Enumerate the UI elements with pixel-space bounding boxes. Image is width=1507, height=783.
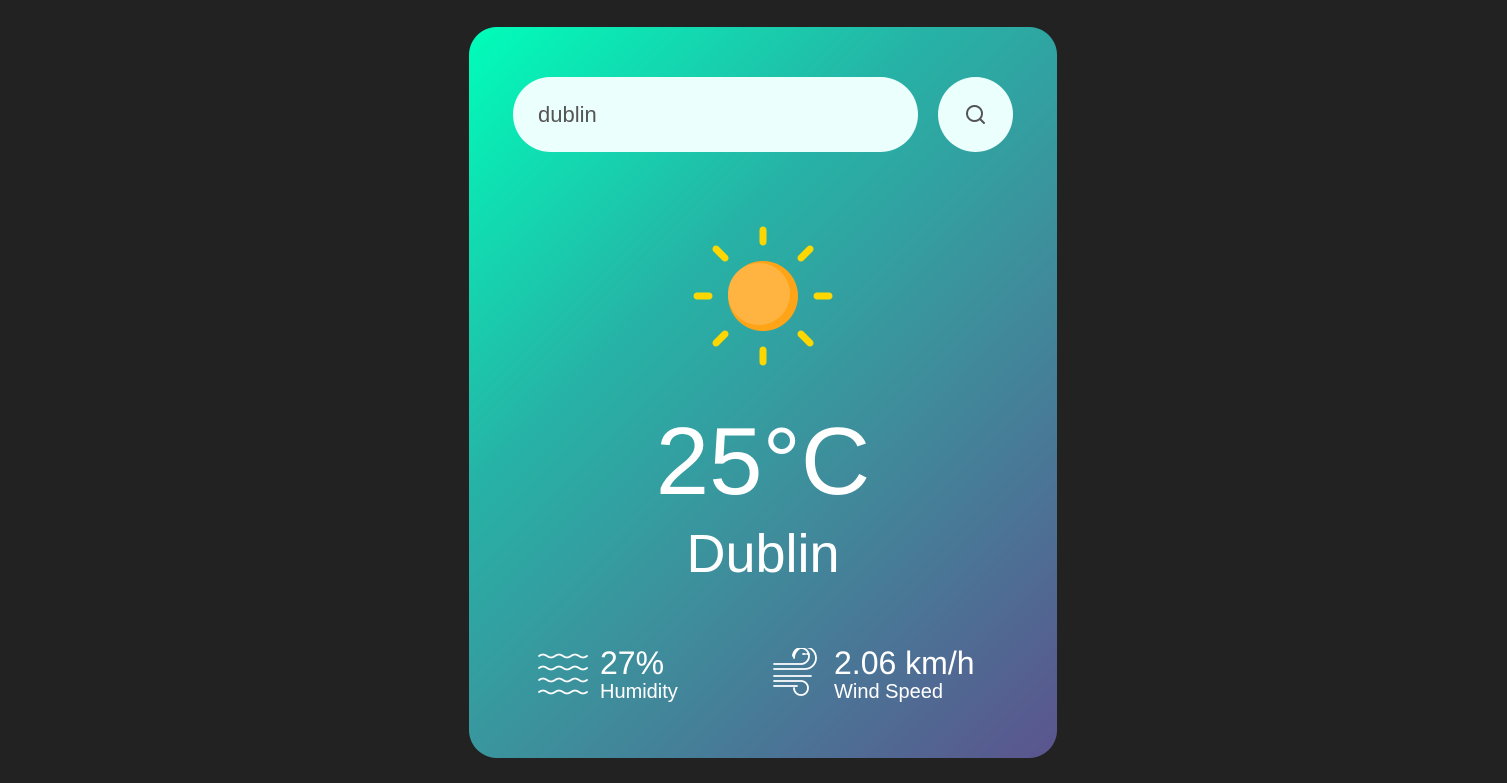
wind-detail: 2.06 km/h Wind Speed <box>771 645 975 703</box>
humidity-detail: 27% Humidity <box>537 645 678 703</box>
weather-card: 25°C Dublin 27% Humidity <box>469 27 1057 758</box>
humidity-icon <box>538 653 588 695</box>
sun-icon <box>693 226 833 366</box>
wind-label: Wind Speed <box>834 681 943 703</box>
wind-icon <box>773 648 817 696</box>
city-name: Dublin <box>686 524 840 584</box>
search-icon <box>965 104 985 124</box>
search-input[interactable] <box>513 77 918 152</box>
wind-value: 2.06 km/h <box>834 645 975 681</box>
temperature: 25°C <box>655 408 871 515</box>
search-button[interactable] <box>938 77 1013 152</box>
humidity-value: 27% <box>600 645 665 681</box>
humidity-label: Humidity <box>600 681 678 703</box>
